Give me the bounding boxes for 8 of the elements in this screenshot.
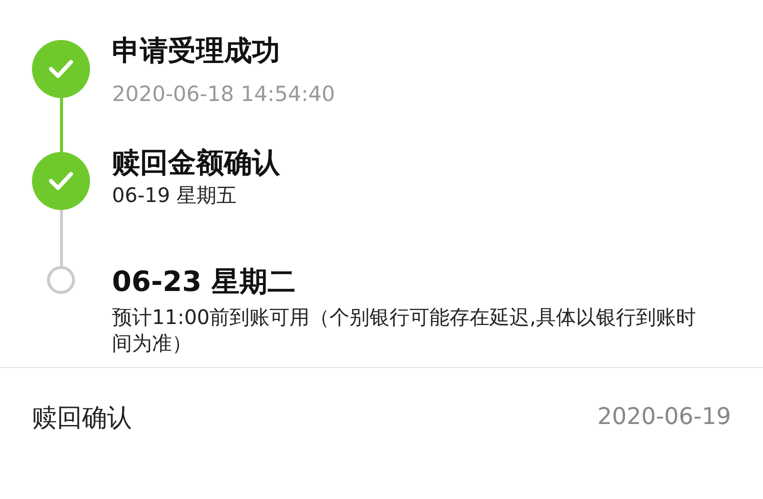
step-title: 申请受理成功 [112,33,281,69]
step-title: 赎回金额确认 [112,145,280,181]
summary-label: 赎回确认 [32,402,132,434]
step-title: 06-23 星期二 [112,264,296,300]
step-date: 06-19 星期五 [112,183,238,207]
step-timestamp: 2020-06-18 14:54:40 [112,81,336,107]
summary-date: 2020-06-19 [597,404,731,430]
step-note: 预计11:00前到账可用（个别银行可能存在延迟,具体以银行到账时间为准） [112,304,697,356]
